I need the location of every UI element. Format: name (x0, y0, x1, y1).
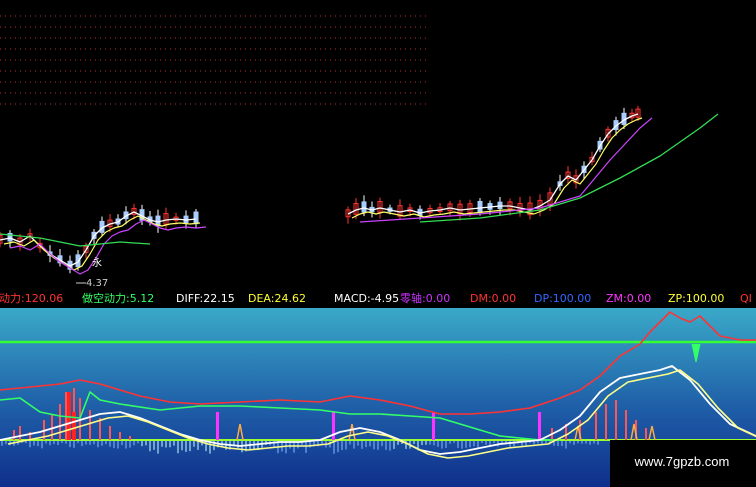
readout-1: 多动力:120.06 (0, 291, 63, 305)
readout-2: 做空动力:5.12 (82, 291, 154, 305)
chart-canvas: 4.37永s 多动力:120.06做空动力:5.12DIFF:22.15DEA:… (0, 0, 756, 487)
candle-body (193, 211, 199, 225)
watermark-text: www.7gpzb.com (634, 454, 730, 469)
stock-chart: 4.37永s 多动力:120.06做空动力:5.12DIFF:22.15DEA:… (0, 15, 756, 487)
candle-body (361, 201, 367, 213)
ma5-line (347, 113, 639, 215)
readout-4: DEA:24.62 (248, 292, 306, 305)
price-annotation: 4.37 (86, 278, 108, 289)
readout-10: ZP:100.00 (668, 292, 724, 305)
signal-bar-magenta (216, 412, 219, 440)
readout-7: DM:0.00 (470, 292, 516, 305)
signal-bar-magenta (432, 412, 435, 440)
readout-9: ZM:0.00 (606, 292, 651, 305)
ma20-line (9, 219, 207, 275)
readout-6: 零轴:0.00 (400, 291, 450, 305)
readout-3: DIFF:22.15 (176, 292, 235, 305)
signal-bar-red (72, 412, 76, 440)
signal-bar-magenta (538, 412, 541, 440)
ma10-line (351, 117, 643, 219)
indicator-readouts: 多动力:120.06 做空动力:5.12 DIFF:22.15 DEA:24.62 MA… (0, 291, 752, 305)
readout-5: MACD:-4.95 (334, 292, 399, 305)
readout-8: DP:100.00 (534, 292, 591, 305)
price-annotation: 永 (92, 256, 102, 269)
ma60-line (419, 113, 719, 223)
readout-11: QI (740, 292, 752, 305)
candle-body (477, 200, 483, 213)
price-panel: 4.37永s (0, 15, 719, 297)
